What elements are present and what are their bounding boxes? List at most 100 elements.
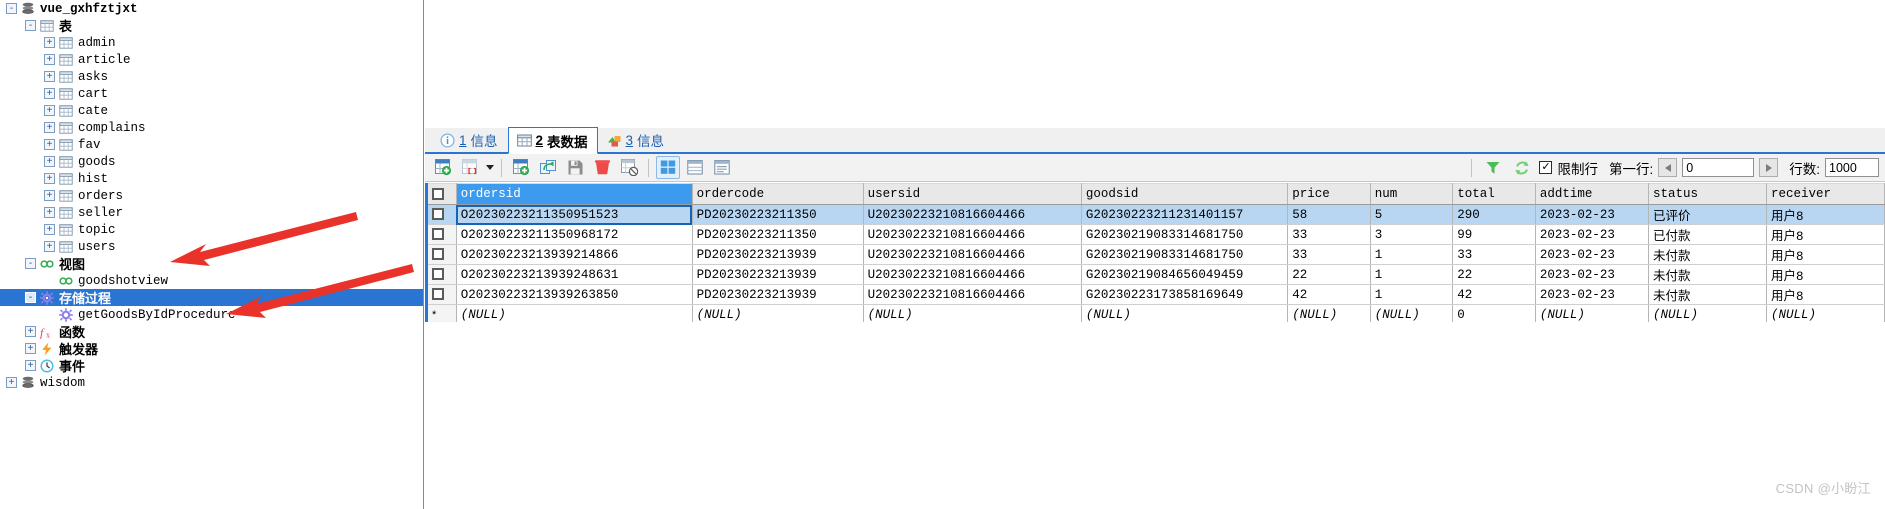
cell-usersid[interactable]: U20230223210816604466: [863, 244, 1082, 265]
tree-node-users[interactable]: + users: [0, 238, 423, 255]
limit-rows-checkbox[interactable]: ✓: [1539, 161, 1553, 174]
select-all-cell[interactable]: [428, 183, 457, 205]
tree-node-cate[interactable]: + cate: [0, 102, 423, 119]
tree-node-goodshotview[interactable]: goodshotview: [0, 272, 423, 289]
expand-toggle-icon[interactable]: +: [44, 122, 55, 133]
row-select-cell[interactable]: [428, 224, 457, 245]
tree-node-函数[interactable]: + f x 函数: [0, 323, 423, 340]
expand-toggle-icon[interactable]: +: [44, 139, 55, 150]
cell-total[interactable]: 42: [1452, 284, 1536, 305]
cell-receiver[interactable]: 用户8: [1766, 204, 1885, 225]
cell-ordercode[interactable]: PD20230223211350: [692, 204, 864, 225]
expand-toggle-icon[interactable]: +: [44, 241, 55, 252]
text-view-button[interactable]: [710, 156, 734, 179]
cell-usersid[interactable]: U20230223210816604466: [863, 284, 1082, 305]
data-grid-table[interactable]: ordersid ordercode usersid goodsid price num t…: [428, 183, 1885, 322]
cell-goodsid[interactable]: G20230219083314681750: [1081, 244, 1289, 265]
object-tree[interactable]: - vue_gxhfztjxt - 表 + admin + article + asks + cart…: [0, 0, 423, 391]
cell-addtime[interactable]: 2023-02-23: [1535, 264, 1650, 285]
table-row[interactable]: O20230223213939248631 PD20230223213939 U20…: [428, 264, 1885, 285]
data-grid-header[interactable]: ordersid ordercode usersid goodsid price num t…: [428, 183, 1885, 205]
first-row-input[interactable]: 0: [1682, 158, 1755, 177]
delete-row-button[interactable]: [458, 156, 482, 179]
cell-status[interactable]: 已付款: [1648, 224, 1767, 245]
form-view-button[interactable]: [683, 156, 707, 179]
expand-toggle-icon[interactable]: +: [44, 88, 55, 99]
collapse-toggle-icon[interactable]: -: [25, 20, 36, 31]
column-header-price[interactable]: price: [1287, 183, 1371, 205]
cell-addtime[interactable]: 2023-02-23: [1535, 224, 1650, 245]
tree-node-wisdom[interactable]: + wisdom: [0, 374, 423, 391]
tab-1[interactable]: 1 信息: [431, 127, 508, 152]
table-row[interactable]: O20230223213939263850 PD20230223213939 U20…: [428, 284, 1885, 305]
tree-node-视图[interactable]: - 视图: [0, 255, 423, 272]
table-row[interactable]: O20230223211350968172 PD20230223211350 U20…: [428, 224, 1885, 245]
cell-ordersid[interactable]: (NULL): [456, 304, 693, 322]
cell-addtime[interactable]: 2023-02-23: [1535, 204, 1650, 225]
filter-funnel-icon[interactable]: [1481, 156, 1505, 179]
data-grid-body[interactable]: O20230223211350951523 PD20230223211350 U20…: [428, 204, 1885, 322]
tab-2[interactable]: 2 表数据: [507, 127, 598, 154]
new-row-marker-cell[interactable]: *: [428, 304, 457, 322]
cell-goodsid[interactable]: G20230223173858169649: [1081, 284, 1289, 305]
cell-num[interactable]: 5: [1370, 204, 1454, 225]
cell-addtime[interactable]: (NULL): [1535, 304, 1650, 322]
cell-price[interactable]: 33: [1287, 244, 1371, 265]
tree-node-hist[interactable]: + hist: [0, 170, 423, 187]
expand-toggle-icon[interactable]: +: [25, 326, 36, 337]
cell-status[interactable]: 未付款: [1648, 264, 1767, 285]
column-header-usersid[interactable]: usersid: [863, 183, 1082, 205]
tree-node-getgoodsbyidprocedure[interactable]: getGoodsByIdProcedure: [0, 306, 423, 323]
new-row-button[interactable]: [431, 156, 455, 179]
expand-toggle-icon[interactable]: +: [6, 377, 17, 388]
cell-price[interactable]: 33: [1287, 224, 1371, 245]
row-select-cell[interactable]: [428, 244, 457, 265]
cancel-edit-button[interactable]: [617, 156, 641, 179]
tree-node-complains[interactable]: + complains: [0, 119, 423, 136]
cell-total[interactable]: 22: [1452, 264, 1536, 285]
expand-toggle-icon[interactable]: +: [44, 156, 55, 167]
tree-node-seller[interactable]: + seller: [0, 204, 423, 221]
cell-receiver[interactable]: 用户8: [1766, 244, 1885, 265]
cell-num[interactable]: (NULL): [1370, 304, 1454, 322]
cell-receiver[interactable]: 用户8: [1766, 284, 1885, 305]
tree-node-article[interactable]: + article: [0, 51, 423, 68]
expand-toggle-icon[interactable]: +: [25, 360, 36, 371]
duplicate-record-button[interactable]: [536, 156, 560, 179]
row-checkbox[interactable]: [432, 288, 444, 301]
column-header-ordercode[interactable]: ordercode: [692, 183, 864, 205]
grid-toolbar[interactable]: ✓ 限制行 第一行: 0 行数: 1000: [425, 154, 1885, 182]
row-checkbox[interactable]: [432, 208, 444, 221]
column-header-status[interactable]: status: [1648, 183, 1767, 205]
save-button[interactable]: [563, 156, 587, 179]
cell-goodsid[interactable]: G20230219083314681750: [1081, 224, 1289, 245]
cell-receiver[interactable]: (NULL): [1766, 304, 1885, 322]
tree-node-admin[interactable]: + admin: [0, 34, 423, 51]
cell-total[interactable]: 0: [1452, 304, 1536, 322]
header-row[interactable]: ordersid ordercode usersid goodsid price num t…: [428, 183, 1885, 205]
expand-toggle-icon[interactable]: +: [44, 71, 55, 82]
column-header-num[interactable]: num: [1370, 183, 1454, 205]
cell-addtime[interactable]: 2023-02-23: [1535, 284, 1650, 305]
first-row-increment-button[interactable]: [1759, 158, 1779, 177]
grid-view-button[interactable]: [656, 156, 680, 179]
cell-status[interactable]: (NULL): [1648, 304, 1767, 322]
result-tabs[interactable]: 1 信息 2 表数据 3 信息: [425, 127, 1885, 154]
cell-price[interactable]: 22: [1287, 264, 1371, 285]
cell-ordersid[interactable]: O20230223213939248631: [456, 264, 693, 285]
row-checkbox[interactable]: [432, 248, 444, 261]
collapse-toggle-icon[interactable]: -: [25, 292, 36, 303]
cell-status[interactable]: 已评价: [1648, 204, 1767, 225]
tree-node-orders[interactable]: + orders: [0, 187, 423, 204]
cell-ordercode[interactable]: PD20230223213939: [692, 264, 864, 285]
cell-num[interactable]: 3: [1370, 224, 1454, 245]
table-row[interactable]: O20230223211350951523 PD20230223211350 U20…: [428, 204, 1885, 225]
cell-goodsid[interactable]: G20230223211231401157: [1081, 204, 1289, 225]
cell-num[interactable]: 1: [1370, 284, 1454, 305]
collapse-toggle-icon[interactable]: -: [6, 3, 17, 14]
cell-total[interactable]: 99: [1452, 224, 1536, 245]
grid-toolbar-right[interactable]: ✓ 限制行 第一行: 0 行数: 1000: [1467, 156, 1885, 179]
row-count-input[interactable]: 1000: [1825, 158, 1879, 177]
cell-goodsid[interactable]: (NULL): [1081, 304, 1289, 322]
expand-toggle-icon[interactable]: +: [44, 207, 55, 218]
